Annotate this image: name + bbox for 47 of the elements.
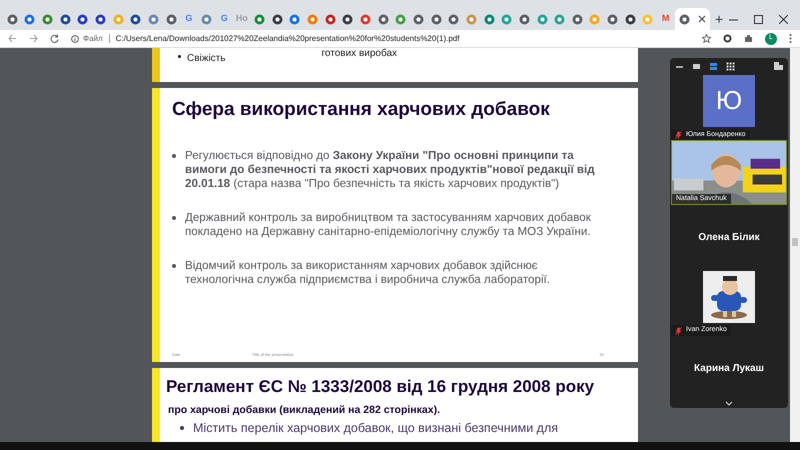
layout-icon[interactable]	[774, 62, 783, 70]
slide-text: готових виробах	[321, 48, 398, 61]
bullet-icon	[172, 216, 176, 220]
participant-name: Олена Білик	[698, 231, 760, 246]
single-view-icon[interactable]	[692, 62, 701, 71]
bullet-icon	[180, 426, 184, 430]
bullet-icon	[172, 154, 176, 158]
back-icon[interactable]	[8, 34, 17, 43]
scrollbar-thumb[interactable]	[792, 238, 798, 246]
close-icon[interactable]	[698, 15, 706, 23]
tab-favicon: G	[185, 12, 192, 26]
puzzle-icon[interactable]	[744, 34, 753, 43]
slide-subtitle: про харчові добавки (викладений на 282 сторінках).	[168, 402, 441, 418]
list-view-icon[interactable]	[709, 62, 718, 71]
browser-tab[interactable]: Ho	[234, 8, 250, 30]
grid-view-icon[interactable]	[726, 62, 735, 71]
browser-tab[interactable]: G	[216, 8, 233, 30]
close-icon[interactable]	[779, 14, 788, 24]
participant-name: Карина Лукаш	[694, 362, 764, 376]
participant-initial: Ю	[703, 74, 755, 127]
tab-favicon: Ho	[236, 12, 248, 26]
info-icon	[71, 34, 79, 42]
slide-title: Сфера використання харчових добавок	[172, 98, 551, 122]
new-tab-button[interactable]: +	[711, 8, 728, 30]
scheme-label: Файл	[83, 32, 103, 44]
browser-tab[interactable]: G	[180, 8, 198, 30]
bullet-text: Свіжість	[187, 52, 226, 66]
bullet-icon	[172, 264, 176, 268]
forward-icon[interactable]	[29, 34, 38, 43]
tab-favicon: M	[662, 12, 670, 26]
tab-favicon: G	[220, 12, 228, 26]
slide-title: Регламент ЄС № 1333/2008 від 16 грудня 2008 року	[166, 376, 596, 398]
url-text: C:/Users/Lena/Downloads/201027%20Zeelandia%20presentation%20for%20students%20(1).pdf	[116, 32, 460, 44]
bullet-icon	[178, 55, 181, 58]
bullet-text: Державний контроль за виробництвом та застосуванням харчових добавок покладено на Державну санітарно-епідеміологічну службу та МОЗ України.	[185, 210, 592, 238]
address-bar[interactable]: Файл C:/Users/Lena/Downloads/201027%20Zeelandia%20presentation%20for%20students%20(1).pdf	[71, 32, 690, 44]
browser-tab[interactable]	[674, 8, 710, 30]
extension-icon[interactable]	[723, 34, 732, 43]
chevron-down-icon[interactable]	[725, 401, 733, 406]
bullet-text: Відомчий контроль за використанням харчових добавок здійснює технологічна служба підприємства і виробнича служба лабораторії.	[185, 258, 551, 286]
star-icon[interactable]	[702, 34, 711, 43]
reload-icon[interactable]	[50, 34, 59, 43]
maximize-icon[interactable]	[754, 14, 764, 24]
menu-icon[interactable]	[789, 34, 792, 43]
browser-tab[interactable]: M	[657, 8, 674, 30]
bullet-text: Містить перелік харчових добавок, що визнані безпечними для	[193, 421, 558, 436]
bullet-text: Регулюється відповідно до Закону України "Про основні принципи та вимоги до безпечності та якості харчових продуктів"нової редакції від 20.01.18 (стара назва "Про безпечність та якість харчових продуктів")	[185, 148, 596, 190]
